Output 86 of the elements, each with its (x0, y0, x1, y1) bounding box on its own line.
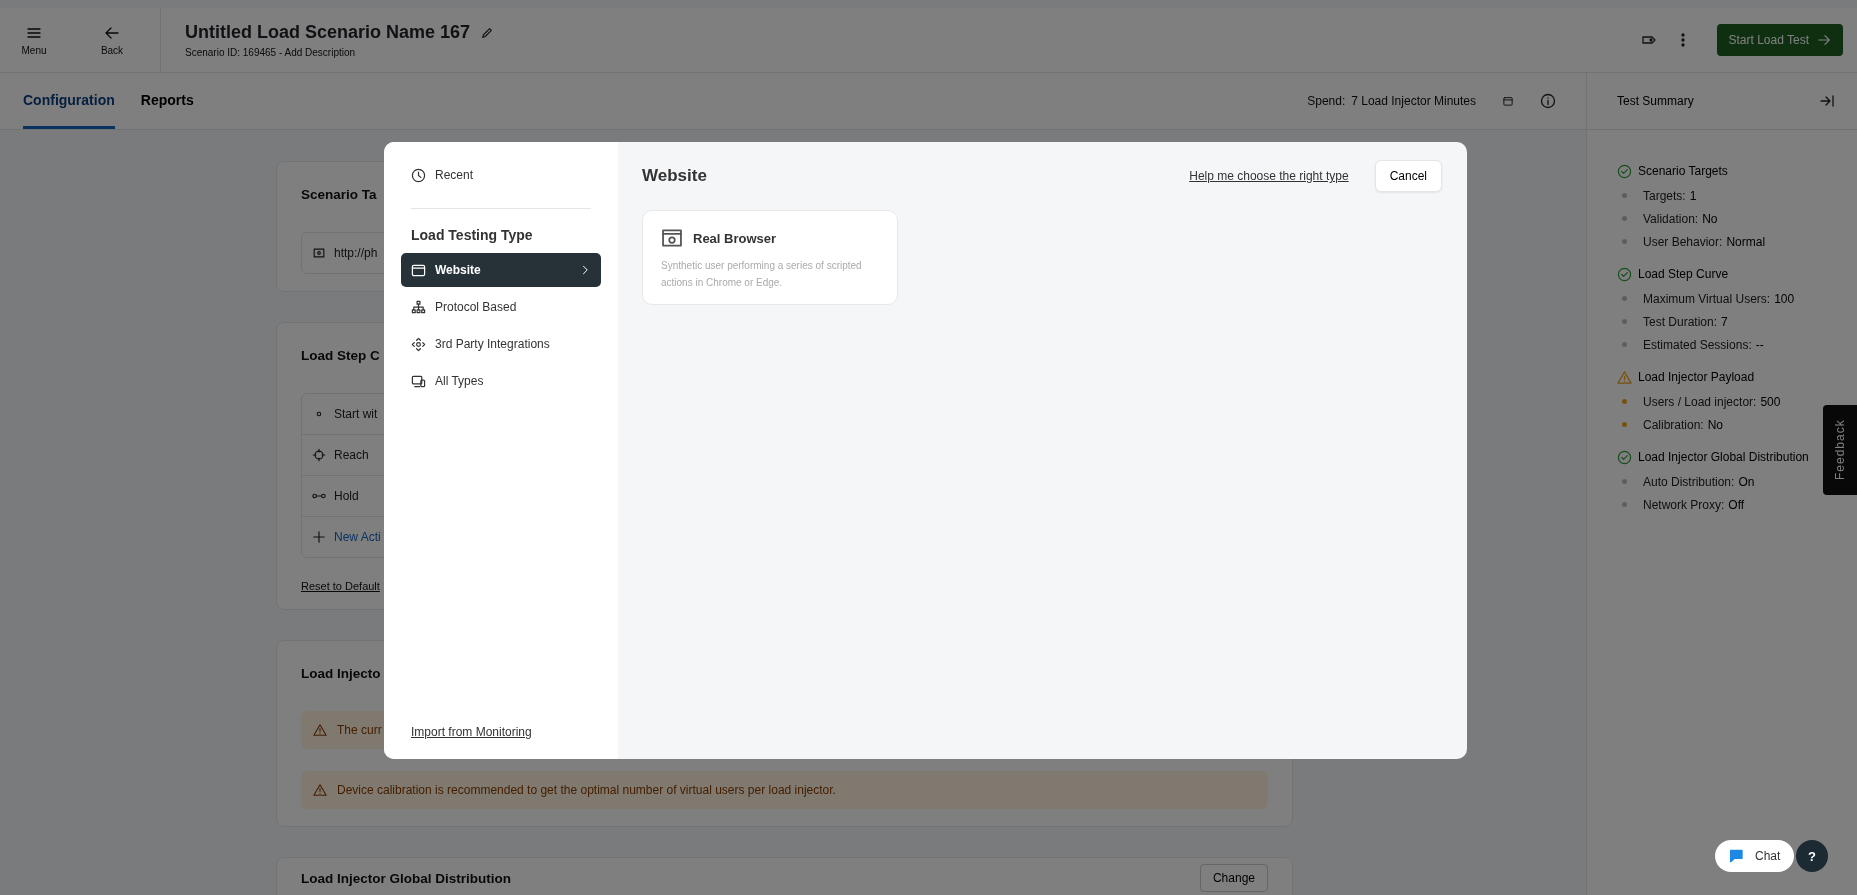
section-title: Load Injector Global Distribution (1638, 450, 1809, 464)
summary-label: Calibration: (1643, 417, 1704, 432)
dialog-heading: Website (642, 166, 707, 186)
spend-label: Spend: (1307, 94, 1346, 108)
menu-button[interactable]: Menu (4, 18, 64, 62)
cancel-button[interactable]: Cancel (1374, 160, 1442, 192)
section-title: Load Injector Payload (1638, 370, 1755, 384)
section-title: Load Injecto (301, 665, 381, 681)
step-label: Hold (334, 489, 359, 503)
summary-value: Normal (1726, 234, 1766, 249)
summary-value: No (1702, 211, 1718, 226)
summary-label: Users / Load injector: (1643, 394, 1757, 409)
chat-button[interactable]: Chat (1715, 840, 1795, 872)
summary-label: User Behavior: (1643, 234, 1723, 249)
tab[interactable]: Reports (140, 73, 194, 129)
bullet-dot (1622, 342, 1627, 347)
start-load-test-button[interactable]: Start Load Test (1716, 24, 1843, 56)
browser-window-icon (411, 262, 426, 278)
info-icon[interactable] (1540, 93, 1556, 109)
summary-value: On (1738, 474, 1755, 489)
summary-value: 500 (1760, 394, 1781, 409)
step-label: Reach (334, 448, 369, 462)
nav-item[interactable]: Website (401, 253, 601, 287)
bullet-dot (1622, 422, 1627, 427)
url-text: http://ph (334, 246, 378, 260)
bullet-dot (1622, 239, 1627, 244)
bullet-dot (1622, 319, 1627, 324)
collapse-icon[interactable] (1819, 93, 1835, 109)
summary-value: No (1707, 417, 1724, 432)
bullet-dot (1622, 296, 1627, 301)
option-title: Real Browser (693, 230, 777, 246)
section-heading: Load Testing Type (410, 227, 534, 243)
section-title: Load Step Curve (1638, 267, 1729, 281)
summary-value: Off (1728, 497, 1745, 512)
bullet-dot (1622, 399, 1627, 404)
option-card[interactable]: Real Browser Synthetic user performing a series of scripted actions in Chrome or Edge. (642, 210, 898, 305)
nav-item[interactable]: All Types (401, 364, 601, 398)
nav-item[interactable]: Protocol Based (401, 290, 601, 324)
summary-label: Validation: (1643, 211, 1699, 226)
bullet-dot (1622, 502, 1627, 507)
summary-label: Auto Distribution: (1643, 474, 1735, 489)
tab[interactable]: Configuration (23, 73, 115, 129)
arrow-right-icon (1817, 33, 1831, 47)
summary-label: Network Proxy: (1643, 497, 1725, 512)
summary-label: Estimated Sessions: (1643, 337, 1752, 352)
warning-icon (313, 723, 327, 737)
nav-item[interactable]: 3rd Party Integrations (401, 327, 601, 361)
back-button[interactable]: Back (82, 18, 142, 62)
calendar-icon[interactable] (1502, 95, 1514, 107)
help-link[interactable]: Help me choose the right type (1189, 169, 1349, 183)
devices-icon (411, 373, 426, 389)
import-link[interactable]: Import from Monitoring (401, 725, 542, 739)
plus-icon (312, 530, 326, 544)
section-title: Scenario Targets (1638, 164, 1728, 178)
crosshair-icon (312, 448, 326, 462)
section-title: Scenario Ta (301, 186, 377, 202)
summary-label: Maximum Virtual Users: (1643, 291, 1771, 306)
pencil-icon[interactable] (480, 25, 495, 40)
warning-text: The curr (337, 723, 382, 737)
clock-icon (411, 167, 426, 183)
warning-icon (313, 783, 327, 797)
bullet-dot (1622, 479, 1627, 484)
warning-text: Device calibration is recommended to get the optimal number of virtual users per load injector. (337, 783, 836, 797)
page-icon (312, 246, 326, 260)
hierarchy-icon (411, 299, 426, 315)
summary-value: 100 (1774, 291, 1795, 306)
reset-link[interactable]: Reset to Default (301, 580, 380, 592)
panel-title: Test Summary (1617, 94, 1694, 108)
change-button[interactable]: Change (1199, 864, 1268, 892)
target-icon (411, 336, 426, 352)
summary-label: Targets: (1643, 188, 1686, 203)
step-label: Start wit (334, 407, 378, 421)
section-title: Load Step C (301, 347, 380, 363)
bullet-dot (1622, 193, 1627, 198)
summary-label: Test Duration: (1643, 314, 1718, 329)
summary-value: 1 (1689, 188, 1697, 203)
section-title: Load Injector Global Distribution (301, 870, 511, 886)
spend-value: 7 Load Injector Minutes (1351, 94, 1476, 108)
scenario-title: Untitled Load Scenario Name 167 (185, 22, 471, 43)
summary-value: 7 (1721, 314, 1728, 329)
feedback-tab[interactable]: Feedback (1823, 405, 1857, 495)
scenario-id: Scenario ID: 169465 - Add Description (185, 47, 357, 58)
bullet-dot (1622, 216, 1627, 221)
summary-value: -- (1755, 337, 1764, 352)
option-description: Synthetic user performing a series of scripted actions in Chrome or Edge. (661, 259, 863, 290)
recent-item[interactable]: Recent (401, 158, 601, 192)
